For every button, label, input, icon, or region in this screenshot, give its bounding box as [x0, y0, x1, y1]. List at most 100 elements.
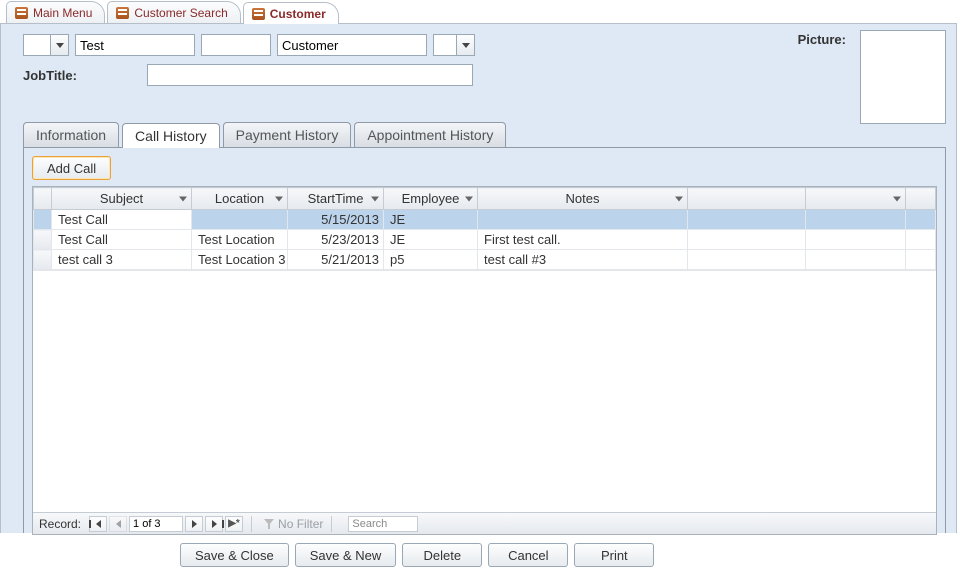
cell-notes[interactable]: First test call. [478, 230, 688, 250]
cell-subject[interactable]: Test Call [52, 210, 192, 230]
name-row: Picture: JobTitle: [23, 34, 946, 88]
save-close-button[interactable]: Save & Close [180, 543, 289, 567]
tab-main-menu[interactable]: Main Menu [6, 1, 105, 23]
col-extra1[interactable] [688, 188, 806, 210]
chevron-down-icon [179, 196, 187, 201]
jobtitle-label: JobTitle: [23, 68, 77, 83]
save-new-button[interactable]: Save & New [295, 543, 397, 567]
delete-button[interactable]: Delete [402, 543, 482, 567]
table-row[interactable]: test call 3 Test Location 3 5/21/2013 p5… [34, 250, 936, 270]
chevron-down-icon [462, 43, 470, 48]
row-selector-header[interactable] [34, 188, 52, 210]
cell-extra[interactable] [688, 230, 806, 250]
col-label: StartTime [308, 191, 364, 206]
col-employee[interactable]: Employee [384, 188, 478, 210]
last-name-input[interactable] [277, 34, 427, 56]
add-call-button[interactable]: Add Call [32, 156, 111, 180]
cell-extra[interactable] [688, 210, 806, 230]
cell-notes[interactable] [478, 210, 688, 230]
new-record-icon: ▶* [228, 519, 240, 529]
row-selector[interactable] [34, 250, 52, 270]
middle-name-input[interactable] [201, 34, 271, 56]
dropdown-button[interactable] [50, 35, 68, 55]
cell-extra[interactable] [906, 250, 936, 270]
filter-text: No Filter [278, 517, 323, 531]
row-selector[interactable] [34, 210, 52, 230]
print-button[interactable]: Print [574, 543, 654, 567]
prefix-input[interactable] [24, 35, 50, 55]
cell-subject[interactable]: Test Call [52, 230, 192, 250]
subtab-appointment-history[interactable]: Appointment History [354, 122, 506, 147]
nav-prev-button[interactable] [109, 516, 127, 532]
call-history-panel: Add Call Subject Location StartTime Empl… [23, 148, 946, 538]
form-icon [252, 8, 265, 20]
subtab-payment-history[interactable]: Payment History [223, 122, 352, 147]
first-name-input[interactable] [75, 34, 195, 56]
cell-location[interactable] [192, 210, 288, 230]
next-icon [192, 520, 197, 528]
jobtitle-input[interactable] [147, 64, 473, 86]
nav-first-button[interactable] [89, 516, 107, 532]
subtab-call-history[interactable]: Call History [122, 123, 220, 148]
record-label: Record: [39, 517, 81, 531]
separator [331, 516, 332, 532]
cell-extra[interactable] [806, 230, 906, 250]
cell-employee[interactable]: JE [384, 210, 478, 230]
cell-location[interactable]: Test Location [192, 230, 288, 250]
cell-extra[interactable] [806, 250, 906, 270]
picture-box[interactable] [860, 30, 946, 124]
suffix-combo[interactable] [433, 34, 475, 56]
cell-extra[interactable] [688, 250, 806, 270]
cell-extra[interactable] [906, 210, 936, 230]
tab-customer-search[interactable]: Customer Search [107, 1, 240, 23]
cell-location[interactable]: Test Location 3 [192, 250, 288, 270]
suffix-input[interactable] [434, 35, 456, 55]
cancel-button[interactable]: Cancel [488, 543, 568, 567]
table-row[interactable]: Test Call Test Location 5/23/2013 JE Fir… [34, 230, 936, 250]
table-header-row: Subject Location StartTime Employee Note… [34, 188, 936, 210]
col-extra2[interactable] [806, 188, 906, 210]
funnel-icon [264, 519, 274, 529]
cell-employee[interactable]: p5 [384, 250, 478, 270]
dropdown-button[interactable] [456, 35, 474, 55]
prefix-combo[interactable] [23, 34, 69, 56]
cell-subject[interactable]: test call 3 [52, 250, 192, 270]
separator [251, 516, 252, 532]
calls-table: Subject Location StartTime Employee Note… [33, 187, 936, 270]
cell-starttime[interactable]: 5/15/2013 [288, 210, 384, 230]
tab-label: Customer Search [134, 6, 227, 20]
col-label: Notes [566, 191, 600, 206]
grid-search-input[interactable] [348, 516, 418, 532]
record-navigator: Record: ▶* No Filter [33, 512, 936, 534]
col-extra3[interactable] [906, 188, 936, 210]
nav-next-button[interactable] [185, 516, 203, 532]
row-selector[interactable] [34, 230, 52, 250]
cell-notes[interactable]: test call #3 [478, 250, 688, 270]
cell-extra[interactable] [806, 210, 906, 230]
col-label: Employee [402, 191, 460, 206]
tab-customer[interactable]: Customer [243, 2, 339, 24]
filter-indicator[interactable]: No Filter [264, 517, 323, 531]
form-icon [15, 7, 28, 19]
cell-employee[interactable]: JE [384, 230, 478, 250]
col-location[interactable]: Location [192, 188, 288, 210]
record-position-input[interactable] [129, 516, 183, 532]
col-notes[interactable]: Notes [478, 188, 688, 210]
nav-last-button[interactable] [205, 516, 223, 532]
table-row[interactable]: Test Call 5/15/2013 JE [34, 210, 936, 230]
nav-new-button[interactable]: ▶* [225, 516, 243, 532]
col-subject[interactable]: Subject [52, 188, 192, 210]
chevron-down-icon [56, 43, 64, 48]
tab-label: Customer [270, 7, 326, 21]
last-icon [212, 520, 217, 528]
picture-label: Picture: [798, 32, 846, 47]
prev-icon [116, 520, 121, 528]
cell-starttime[interactable]: 5/23/2013 [288, 230, 384, 250]
col-starttime[interactable]: StartTime [288, 188, 384, 210]
cell-starttime[interactable]: 5/21/2013 [288, 250, 384, 270]
subtab-information[interactable]: Information [23, 122, 119, 147]
chevron-down-icon [675, 196, 683, 201]
tab-label: Main Menu [33, 6, 92, 20]
cell-extra[interactable] [906, 230, 936, 250]
window-tab-strip: Main Menu Customer Search Customer [0, 0, 957, 24]
